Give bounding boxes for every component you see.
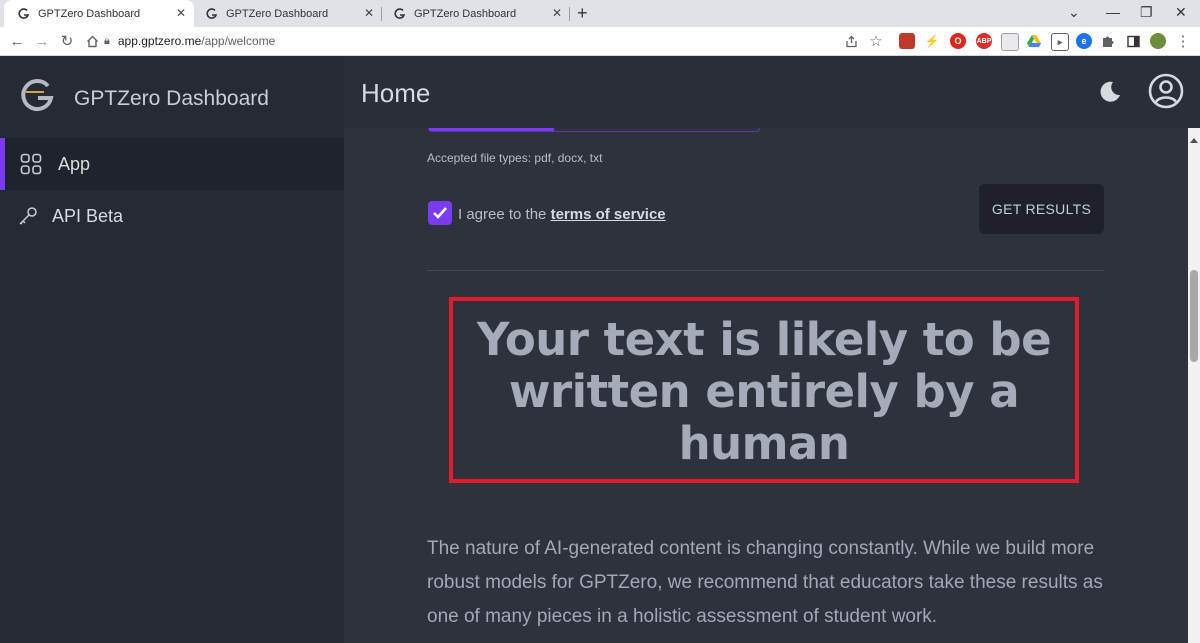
gptzero-logo-icon xyxy=(20,78,56,119)
google-drive-icon[interactable] xyxy=(1026,33,1042,49)
page-title: Home xyxy=(361,78,431,108)
scrollbar-thumb[interactable] xyxy=(1190,270,1198,362)
terms-of-service-link[interactable]: terms of service xyxy=(551,206,666,223)
minimize-icon[interactable]: — xyxy=(1106,3,1120,21)
tab-title: GPTZero Dashboard xyxy=(38,7,141,20)
result-verdict: Your text is likely to be written entire… xyxy=(476,313,1052,470)
sidebar-item-app[interactable]: App xyxy=(0,138,344,190)
share-icon[interactable] xyxy=(842,32,860,50)
side-panel-icon[interactable] xyxy=(1124,32,1142,50)
browser-tab[interactable]: GPTZero Dashboard ✕ xyxy=(4,0,194,27)
tab-title: GPTZero Dashboard xyxy=(226,7,329,20)
gptzero-app: GPTZero Dashboard App API Beta Accepted … xyxy=(0,56,1200,643)
address-bar: ← → ↻ 🔒︎ app.gptzero.me/app/welcome ☆ ⚡ … xyxy=(0,27,1200,56)
sidebar-item-api-beta[interactable]: API Beta xyxy=(0,190,344,242)
scrollbar[interactable] xyxy=(1188,128,1200,643)
gptzero-favicon-icon xyxy=(18,7,30,20)
upload-tab-strip[interactable] xyxy=(428,128,760,132)
lock-icon: 🔒︎ xyxy=(104,34,110,47)
url-host: app.gptzero.me xyxy=(117,34,202,48)
gptzero-favicon-icon xyxy=(206,7,218,20)
bookmark-star-icon[interactable]: ☆ xyxy=(867,32,885,50)
back-icon[interactable]: ← xyxy=(8,32,26,50)
close-tab-icon[interactable]: ✕ xyxy=(176,7,186,19)
opera-icon[interactable]: O xyxy=(950,33,966,49)
sidebar-item-label: App xyxy=(58,153,91,174)
url-field[interactable]: 🔒︎ app.gptzero.me/app/welcome xyxy=(104,34,275,48)
browser-tab-bar: GPTZero Dashboard ✕ GPTZero Dashboard ✕ … xyxy=(0,0,1200,27)
extension-play-icon[interactable]: ▸ xyxy=(1051,33,1069,51)
browser-tab[interactable]: GPTZero Dashboard ✕ xyxy=(380,0,570,27)
extension-red-icon[interactable] xyxy=(899,33,915,49)
extension-blue-icon[interactable]: e xyxy=(1076,33,1092,49)
account-icon[interactable] xyxy=(1148,73,1184,114)
browser-tab[interactable]: GPTZero Dashboard ✕ xyxy=(192,0,382,27)
forward-icon[interactable]: → xyxy=(33,32,51,50)
url-path: /app/welcome xyxy=(201,34,276,48)
key-icon xyxy=(18,206,38,226)
extensions-puzzle-icon[interactable] xyxy=(1099,32,1117,50)
gptzero-favicon-icon xyxy=(394,7,406,20)
terms-agreement: I agree to the terms of service xyxy=(458,206,666,223)
home-icon[interactable] xyxy=(83,32,101,50)
terms-checkbox[interactable] xyxy=(428,201,452,225)
agree-text: I agree to the xyxy=(458,206,547,223)
window-close-icon[interactable]: ✕ xyxy=(1175,3,1187,21)
accepted-file-types: Accepted file types: pdf, docx, txt xyxy=(427,151,603,165)
extension-bolt-icon[interactable]: ⚡ xyxy=(924,33,940,49)
new-tab-icon[interactable]: + xyxy=(577,3,588,23)
divider xyxy=(427,270,1104,271)
tab-title: GPTZero Dashboard xyxy=(414,7,517,20)
brand-title: GPTZero Dashboard xyxy=(74,86,269,110)
adblock-icon[interactable]: ABP xyxy=(976,33,992,49)
get-results-button[interactable]: GET RESULTS xyxy=(979,184,1104,234)
scroll-up-arrow-icon[interactable] xyxy=(1190,130,1198,143)
close-tab-icon[interactable]: ✕ xyxy=(364,7,374,19)
upload-tab-indicator xyxy=(429,128,554,131)
extension-doc-icon[interactable] xyxy=(1001,33,1019,51)
check-icon xyxy=(433,207,447,219)
avatar[interactable] xyxy=(1150,33,1166,49)
top-header: Home xyxy=(344,56,1200,128)
brand[interactable]: GPTZero Dashboard xyxy=(20,78,269,119)
tab-separator xyxy=(569,7,570,21)
tab-search-icon[interactable]: ⌄ xyxy=(1068,3,1080,21)
sidebar: GPTZero Dashboard App API Beta xyxy=(0,56,344,643)
dark-mode-moon-icon[interactable] xyxy=(1098,80,1122,109)
main-content: Accepted file types: pdf, docx, txt I ag… xyxy=(344,56,1200,643)
grid-icon xyxy=(20,153,42,175)
more-menu-icon[interactable]: ⋮ xyxy=(1174,32,1192,50)
disclaimer-text: The nature of AI-generated content is ch… xyxy=(427,538,1103,627)
reload-icon[interactable]: ↻ xyxy=(58,32,76,50)
close-tab-icon[interactable]: ✕ xyxy=(552,7,562,19)
sidebar-item-label: API Beta xyxy=(52,205,124,226)
restore-icon[interactable]: ❐ xyxy=(1140,3,1153,21)
